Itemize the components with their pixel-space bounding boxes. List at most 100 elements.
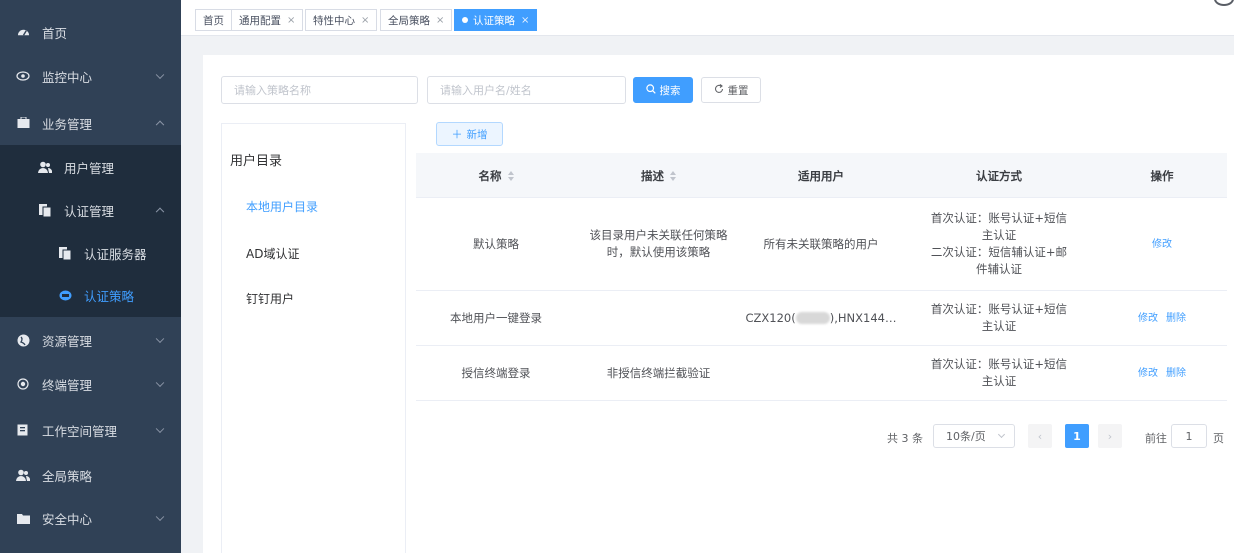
edit-link[interactable]: 修改 xyxy=(1138,365,1158,382)
cell-line: 首次认证：账号认证+短信 xyxy=(930,211,1068,225)
sidebar-item-auth-management[interactable]: 认证管理 xyxy=(0,188,181,232)
refresh-icon xyxy=(714,83,724,97)
sidebar-item-global-policy[interactable]: 全局策略 xyxy=(0,453,181,497)
close-icon[interactable]: × xyxy=(361,15,369,26)
sidebar-item-users[interactable]: 用户管理 xyxy=(0,145,181,189)
directory-title: 用户目录 xyxy=(230,154,283,169)
tab-global-policy[interactable]: 全局策略 × xyxy=(380,9,453,31)
tab-home[interactable]: 首页 xyxy=(195,9,232,31)
tab-general-config[interactable]: 通用配置 × xyxy=(231,9,304,31)
table-row: 默认策略 该目录用户未关联任何策略 时，默认使用该策略 所有未关联策略的用户 首… xyxy=(416,198,1227,291)
dashboard-icon xyxy=(16,25,30,39)
cell-name: 默认策略 xyxy=(473,236,519,251)
sidebar-item-label: 工作空间管理 xyxy=(42,423,118,439)
cell-line: 件辅认证 xyxy=(975,262,1022,276)
sort-icon[interactable] xyxy=(507,170,514,181)
column-header-name[interactable]: 名称 xyxy=(416,153,576,198)
sort-icon[interactable] xyxy=(670,170,676,181)
close-icon[interactable]: × xyxy=(521,15,529,26)
sidebar-item-terminals[interactable]: 终端管理 xyxy=(0,362,181,406)
directory-item-dingtalk[interactable]: 钉钉用户 xyxy=(246,290,294,307)
folder-icon xyxy=(16,511,30,525)
directory-item-local[interactable]: 本地用户目录 xyxy=(246,198,318,215)
cell-text: ),HNX144… xyxy=(829,310,897,325)
sidebar-item-home[interactable]: 首页 xyxy=(0,10,181,54)
page-size-select[interactable]: 10条/页 xyxy=(933,424,1015,448)
prev-page-button[interactable]: ‹ xyxy=(1028,424,1052,448)
cell-actions: 修改 删除 xyxy=(1097,291,1227,345)
button-label: 新增 xyxy=(466,128,488,141)
header-label: 名称 xyxy=(478,168,502,183)
sidebar-item-security[interactable]: 安全中心 xyxy=(0,496,181,540)
user-avatar-icon[interactable] xyxy=(1214,0,1234,6)
next-page-button[interactable]: › xyxy=(1098,424,1122,448)
cell-line: 主认证 xyxy=(981,319,1017,333)
policy-name-input[interactable]: 请输入策略名称 xyxy=(221,76,418,104)
input-placeholder: 请输入策略名称 xyxy=(234,84,311,97)
cell-actions: 修改 xyxy=(1097,198,1227,290)
cell-auth: 首次认证：账号认证+短信 主认证 二次认证：短信辅认证+邮 件辅认证 xyxy=(901,198,1097,290)
cell-line: 二次认证：短信辅认证+邮 xyxy=(930,245,1068,259)
button-label: 搜索 xyxy=(659,84,681,97)
column-header-desc[interactable]: 描述 xyxy=(576,153,741,198)
cell-name: 授信终端登录 xyxy=(461,365,531,380)
sidebar-item-monitor[interactable]: 监控中心 xyxy=(0,54,181,98)
cell-users: CZX120( ),HNX144… xyxy=(741,291,901,345)
button-label: 重置 xyxy=(727,84,749,97)
cell-users: 所有未关联策略的用户 xyxy=(763,236,879,251)
sidebar-item-workspace[interactable]: 工作空间管理 xyxy=(0,408,181,452)
edit-link[interactable]: 修改 xyxy=(1138,310,1158,327)
sidebar-item-resources[interactable]: 资源管理 xyxy=(0,318,181,362)
tab-label: 通用配置 xyxy=(239,14,281,27)
input-placeholder: 请输入用户名/姓名 xyxy=(440,84,532,97)
globe-icon xyxy=(16,333,30,347)
page-number-button[interactable]: 1 xyxy=(1065,424,1089,448)
cell-actions: 修改 删除 xyxy=(1097,346,1227,400)
add-policy-button[interactable]: ＋ 新增 xyxy=(436,122,503,146)
sidebar-item-auth-policy[interactable]: 认证策略 xyxy=(0,273,181,317)
tab-label: 全局策略 xyxy=(388,14,430,27)
chevron-up-icon xyxy=(155,120,165,130)
sidebar-item-auth-server[interactable]: 认证服务器 xyxy=(0,231,181,275)
tab-feature-center[interactable]: 特性中心 × xyxy=(305,9,378,31)
users-icon xyxy=(16,468,30,482)
close-icon[interactable]: × xyxy=(436,15,444,26)
search-button[interactable]: 搜索 xyxy=(633,77,693,103)
cell-line: 首次认证：账号认证+短信 xyxy=(930,357,1068,371)
active-dot-icon xyxy=(462,17,468,23)
chevron-down-icon xyxy=(155,70,165,80)
sidebar-item-label: 认证策略 xyxy=(84,288,135,304)
cell-name: 本地用户一键登录 xyxy=(450,310,542,325)
sidebar-item-business[interactable]: 业务管理 xyxy=(0,101,181,145)
edit-link[interactable]: 修改 xyxy=(1152,236,1172,253)
chevron-down-icon xyxy=(155,334,165,344)
main-content-card: 请输入策略名称 请输入用户名/姓名 搜索 重置 ＋ 新增 用户目录 本地用户目录… xyxy=(203,55,1234,553)
directory-item-ad[interactable]: AD域认证 xyxy=(246,245,299,262)
cell-desc xyxy=(576,291,741,345)
table-header: 名称 描述 适用用户 认证方式 操作 xyxy=(416,153,1227,198)
sidebar-item-label: 用户管理 xyxy=(64,160,115,176)
column-header-auth: 认证方式 xyxy=(976,168,1022,183)
cell-users xyxy=(741,346,901,400)
pagination-total: 共 3 条 xyxy=(887,432,923,445)
policy-icon xyxy=(58,288,72,302)
users-icon xyxy=(38,160,52,174)
delete-link[interactable]: 删除 xyxy=(1166,310,1186,327)
target-icon xyxy=(16,377,30,391)
sidebar-item-label: 认证服务器 xyxy=(84,246,147,262)
chevron-down-icon xyxy=(155,378,165,388)
cell-line: 时，默认使用该策略 xyxy=(606,245,711,259)
briefcase-icon xyxy=(16,116,30,130)
workspace-icon xyxy=(16,423,30,437)
plus-icon: ＋ xyxy=(451,128,463,141)
cell-line: 该目录用户未关联任何策略 xyxy=(589,228,728,242)
goto-page-input[interactable]: 1 xyxy=(1171,424,1207,448)
search-icon xyxy=(645,83,656,97)
tab-auth-policy[interactable]: 认证策略 × xyxy=(454,9,538,31)
username-input[interactable]: 请输入用户名/姓名 xyxy=(427,76,626,104)
reset-button[interactable]: 重置 xyxy=(701,77,761,103)
close-icon[interactable]: × xyxy=(287,15,295,26)
cell-line: 主认证 xyxy=(981,228,1017,242)
table-row: 本地用户一键登录 CZX120( ),HNX144… 首次认证：账号认证+短信 … xyxy=(416,291,1227,346)
delete-link[interactable]: 删除 xyxy=(1166,365,1186,382)
